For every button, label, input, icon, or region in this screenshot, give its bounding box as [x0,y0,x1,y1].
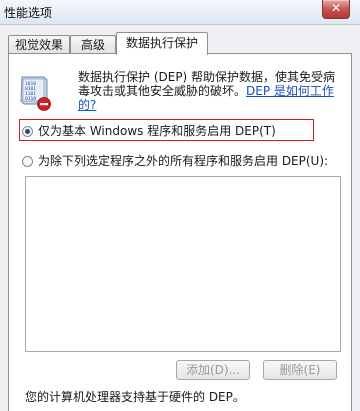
option-all-except-row[interactable]: 为除下列选定程序之外的所有程序和服务启用 DEP(U): [22,154,328,168]
excluded-programs-list[interactable] [25,176,341,352]
close-button[interactable]: ✕ [322,0,350,19]
tab-advanced[interactable]: 高级 [70,35,116,53]
option-essential-label: 仅为基本 Windows 程序和服务启用 DEP(T) [38,124,276,138]
hardware-dep-status: 您的计算机处理器支持基于硬件的 DEP。 [25,390,245,404]
option-essential-row[interactable]: 仅为基本 Windows 程序和服务启用 DEP(T) [22,124,276,138]
remove-button[interactable]: 删除(E) [263,360,337,380]
title-bar: 性能选项 ✕ [0,0,360,25]
dep-shield-icon: 1010 0101 1101 0110 [20,76,51,111]
dep-description: 数据执行保护 (DEP) 帮助保护数据，使其免受病毒攻击或其他安全威胁的破坏。D… [78,70,346,112]
option-all-except-radio[interactable] [22,155,33,167]
window-title: 性能选项 [4,6,53,20]
option-essential-radio[interactable] [22,125,33,137]
tab-dep[interactable]: 数据执行保护 [116,32,208,55]
close-icon: ✕ [330,1,342,15]
tab-strip: 视觉效果 高级 数据执行保护 [8,32,352,55]
add-button[interactable]: 添加(D)... [176,360,250,380]
tab-visual-effects[interactable]: 视觉效果 [8,35,70,53]
svg-text:0110: 0110 [25,96,36,102]
option-all-except-label: 为除下列选定程序之外的所有程序和服务启用 DEP(U): [38,154,329,168]
